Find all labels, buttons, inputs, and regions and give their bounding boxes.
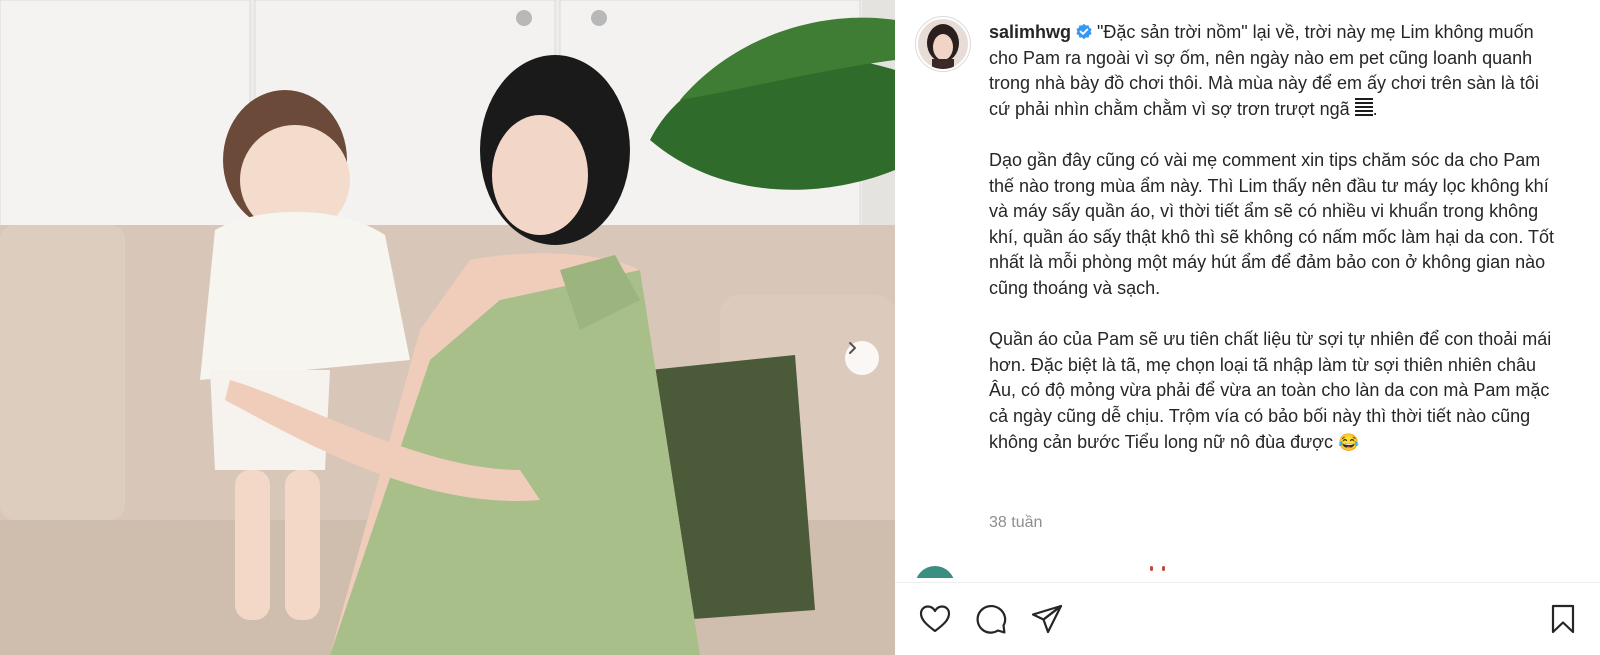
paper-plane-icon <box>1031 604 1063 634</box>
action-bar-divider <box>895 582 1600 583</box>
caption-paragraph-1: salimhwg "Đặc sản trời nồm" lại về, trời … <box>989 20 1564 122</box>
comment-avatar-peek <box>915 566 955 578</box>
comment-bubble-icon <box>976 604 1007 634</box>
comment-button[interactable] <box>973 601 1009 637</box>
post-timestamp[interactable]: 38 tuần <box>989 514 1042 532</box>
striped-emoji-icon <box>1354 97 1373 118</box>
chevron-right-icon <box>849 342 856 354</box>
caption-text-intro: "Đặc sản trời nồm" lại về, trời này mẹ L… <box>989 22 1544 119</box>
share-button[interactable] <box>1029 601 1065 637</box>
save-button[interactable] <box>1545 601 1581 637</box>
verified-badge-icon <box>1076 23 1092 40</box>
bookmark-icon <box>1551 604 1575 634</box>
post-photo[interactable] <box>0 0 895 655</box>
avatar[interactable] <box>915 16 971 72</box>
like-button[interactable] <box>917 601 953 637</box>
next-photo-button[interactable] <box>845 341 879 375</box>
post-side-panel: salimhwg "Đặc sản trời nồm" lại về, trời … <box>895 0 1600 655</box>
caption-text-intro-end: . <box>1372 98 1378 119</box>
comment-peek-mark <box>1150 566 1153 571</box>
heart-icon <box>919 605 951 633</box>
photo-illustration <box>0 0 895 655</box>
avatar-image <box>918 19 968 69</box>
comment-peek-mark <box>1162 566 1165 571</box>
laughing-emoji-icon: 😂 <box>1337 432 1360 452</box>
post-caption: salimhwg "Đặc sản trời nồm" lại về, trời … <box>989 20 1564 455</box>
caption-text-p3: Quần áo của Pam sẽ ưu tiên chất liệu từ … <box>989 329 1557 452</box>
caption-paragraph-3: Quần áo của Pam sẽ ưu tiên chất liệu từ … <box>989 327 1564 455</box>
caption-paragraph-2: Dạo gần đây cũng có vài mẹ comment xin t… <box>989 149 1560 298</box>
username-link[interactable]: salimhwg <box>989 22 1071 42</box>
